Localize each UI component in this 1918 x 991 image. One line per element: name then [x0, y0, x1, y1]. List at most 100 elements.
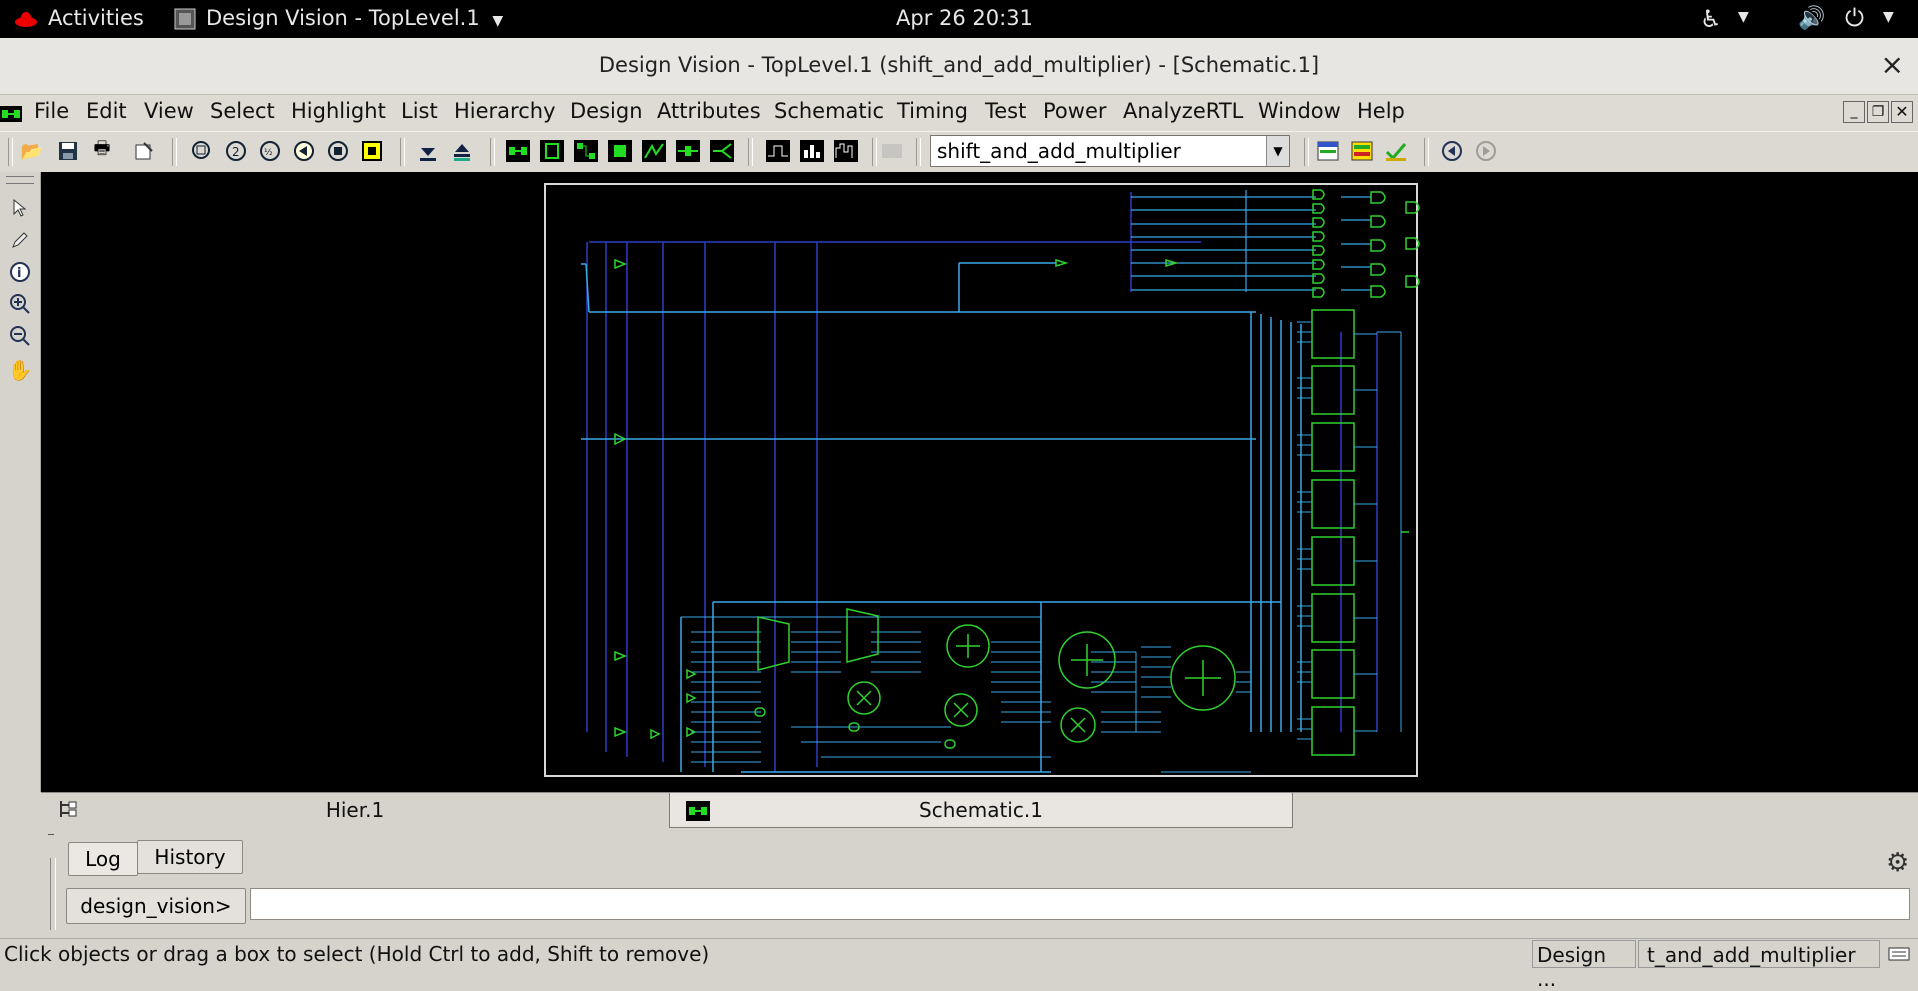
zoom-2x-icon[interactable]: 2	[222, 137, 250, 165]
menu-window[interactable]: Window	[1258, 99, 1341, 123]
zoom-out-icon[interactable]	[6, 322, 34, 350]
command-prompt-label: design_vision>	[66, 888, 246, 924]
menu-test[interactable]: Test	[985, 99, 1026, 123]
pointer-icon[interactable]	[6, 194, 34, 222]
schematic-fanout-icon[interactable]	[708, 137, 736, 165]
menu-hierarchy[interactable]: Hierarchy	[454, 99, 556, 123]
zoom-prev-icon[interactable]	[290, 137, 318, 165]
pop-up-icon[interactable]	[448, 137, 476, 165]
close-icon[interactable]: ✕	[1891, 101, 1913, 123]
toolbar-separator	[400, 138, 405, 166]
schematic-tool-strip: i ✋	[0, 172, 41, 792]
app-logo-icon	[0, 103, 22, 127]
chevron-down-icon: ▼	[1266, 136, 1289, 166]
chevron-down-icon[interactable]: ▼	[1883, 9, 1894, 25]
menu-bar: File Edit View Select Highlight List Hie…	[0, 95, 1918, 131]
svg-text:2: 2	[232, 145, 240, 159]
toolbar-separator	[1424, 138, 1429, 166]
menu-timing[interactable]: Timing	[897, 99, 968, 123]
toolbar-separator	[1304, 138, 1309, 166]
svg-text:i: i	[17, 266, 21, 281]
info-icon[interactable]: i	[6, 258, 34, 286]
design-status-value: t_and_add_multiplier	[1638, 940, 1880, 968]
menu-highlight[interactable]: Highlight	[291, 99, 386, 123]
chevron-down-icon[interactable]: ▼	[1738, 9, 1749, 25]
window-layout-icon[interactable]	[1314, 137, 1342, 165]
zoom-in-icon[interactable]	[6, 290, 34, 318]
save-icon[interactable]	[54, 137, 82, 165]
schematic-canvas[interactable]	[41, 172, 1918, 792]
tab-hier[interactable]: Hier.1	[41, 793, 669, 827]
back-icon[interactable]	[1438, 137, 1466, 165]
settings-gear-icon[interactable]: ⚙	[1886, 848, 1909, 878]
status-bar: Click objects or drag a box to select (H…	[0, 938, 1918, 991]
menu-view[interactable]: View	[144, 99, 194, 123]
schematic-cell-icon[interactable]	[606, 137, 634, 165]
menu-help[interactable]: Help	[1357, 99, 1405, 123]
schematic-net-icon[interactable]	[674, 137, 702, 165]
app-menu-button[interactable]: Design Vision - TopLevel.1 ▼	[206, 6, 503, 30]
menu-analyzertl[interactable]: AnalyzeRTL	[1123, 99, 1243, 123]
menu-file[interactable]: File	[34, 99, 69, 123]
menu-design[interactable]: Design	[570, 99, 643, 123]
forward-icon[interactable]	[1472, 137, 1500, 165]
tab-schematic-label: Schematic.1	[919, 798, 1043, 822]
schematic-symbol-icon[interactable]	[538, 137, 566, 165]
minimize-button[interactable]: _	[1843, 101, 1865, 123]
restore-icon[interactable]: ❐	[1867, 101, 1889, 123]
wire-group	[1131, 190, 1371, 292]
schematic-path-icon[interactable]	[640, 137, 668, 165]
clock[interactable]: Apr 26 20:31	[896, 6, 1033, 30]
check-layout-icon[interactable]	[1382, 137, 1410, 165]
console-panel: Log History ⚙ design_vision>	[0, 828, 1918, 938]
zoom-half-icon[interactable]: ½	[256, 137, 284, 165]
design-select-value: shift_and_add_multiplier	[937, 139, 1181, 163]
open-folder-icon[interactable]: 📂	[18, 137, 46, 165]
tab-history[interactable]: History	[137, 840, 243, 874]
zoom-selection-icon[interactable]	[358, 137, 386, 165]
status-message: Click objects or drag a box to select (H…	[4, 942, 710, 966]
zoom-box-icon[interactable]	[324, 137, 352, 165]
power-icon[interactable]: ⏻	[1845, 4, 1864, 32]
schematic-hier-icon[interactable]	[572, 137, 600, 165]
histogram-icon[interactable]	[832, 137, 860, 165]
volume-icon[interactable]: 🔊	[1798, 6, 1825, 31]
menu-attributes[interactable]: Attributes	[657, 99, 761, 123]
pan-hand-icon[interactable]: ✋	[6, 356, 34, 384]
command-input[interactable]	[250, 888, 1910, 920]
properties-icon[interactable]	[130, 137, 158, 165]
tab-hier-label: Hier.1	[325, 798, 385, 822]
timing-path-icon[interactable]	[764, 137, 792, 165]
window-close-button[interactable]: ×	[1881, 48, 1904, 81]
mux-cell	[757, 616, 790, 671]
design-select-dropdown[interactable]: shift_and_add_multiplier ▼	[930, 135, 1290, 167]
app-icon	[174, 8, 196, 35]
print-icon[interactable]: 🖶	[88, 137, 116, 165]
pencil-icon[interactable]	[6, 226, 34, 254]
menu-schematic[interactable]: Schematic	[774, 99, 884, 123]
keyboard-icon[interactable]	[1888, 944, 1910, 968]
toolbar-separator	[748, 138, 753, 166]
panel-grip[interactable]	[50, 858, 56, 930]
svg-text:½: ½	[264, 148, 273, 158]
grip-handle[interactable]	[6, 176, 34, 184]
timing-histogram-icon[interactable]	[798, 137, 826, 165]
tab-log[interactable]: Log	[68, 842, 138, 876]
panel-collapse-handle[interactable]	[48, 834, 54, 843]
activities-button[interactable]: Activities	[48, 6, 144, 30]
accessibility-icon[interactable]: ♿	[1700, 5, 1722, 33]
toolbar-separator	[872, 138, 877, 166]
tab-schematic[interactable]: Schematic.1	[669, 793, 1293, 828]
schematic-icon	[686, 801, 710, 826]
menu-select[interactable]: Select	[210, 99, 275, 123]
zoom-fit-icon[interactable]	[188, 137, 216, 165]
menu-power[interactable]: Power	[1043, 99, 1107, 123]
menu-list[interactable]: List	[401, 99, 438, 123]
window-title-bar: Design Vision - TopLevel.1 (shift_and_ad…	[0, 38, 1918, 95]
new-schematic-icon[interactable]	[504, 137, 532, 165]
push-down-icon[interactable]	[414, 137, 442, 165]
menu-edit[interactable]: Edit	[86, 99, 127, 123]
window-layout-2-icon[interactable]	[1348, 137, 1376, 165]
toolbar-separator	[8, 138, 13, 166]
toolbar: 📂 🖶 2 ½ shift_and_add_multiplier ▼	[0, 131, 1918, 173]
